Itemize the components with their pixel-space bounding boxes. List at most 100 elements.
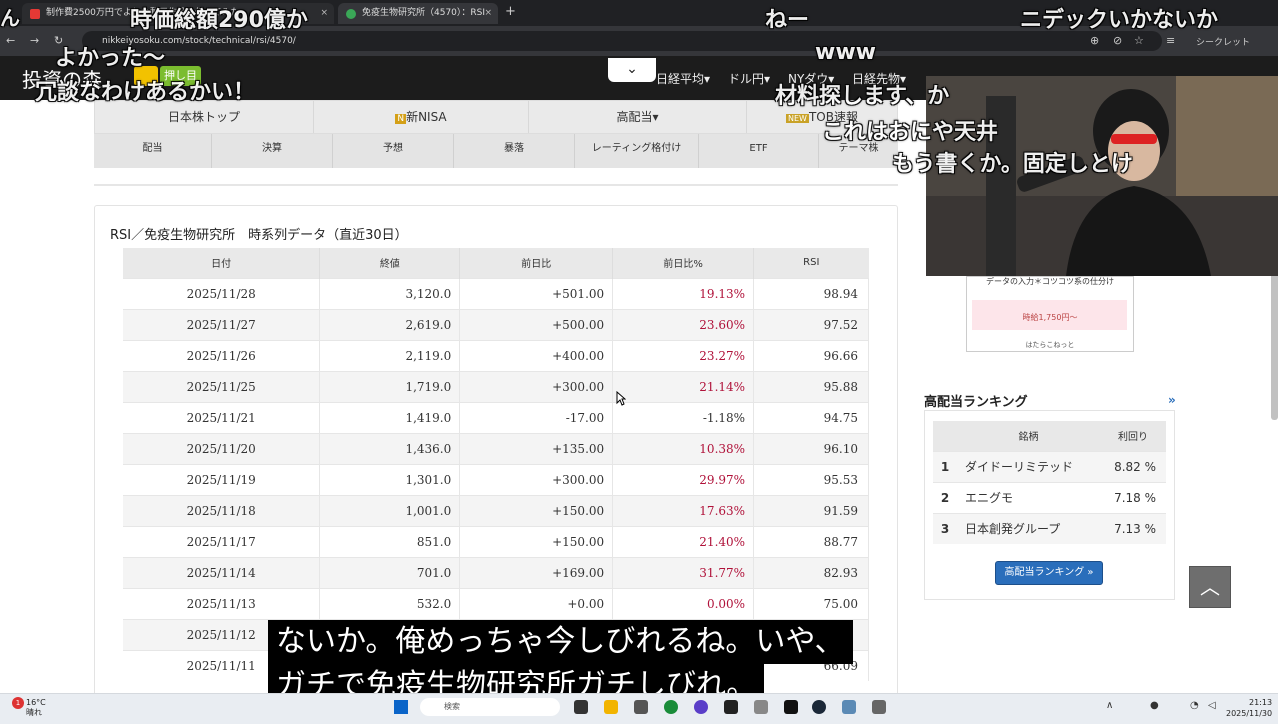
url-input[interactable]: nikkeiyosoku.com/stock/technical/rsi/457… bbox=[82, 31, 1162, 51]
section-divider bbox=[94, 168, 898, 186]
forward-icon[interactable]: → bbox=[30, 34, 39, 47]
nav-usdjpy[interactable]: ドル円▾ bbox=[728, 70, 770, 87]
windows-start-icon[interactable] bbox=[394, 700, 408, 714]
cell-rsi: 98.94 bbox=[753, 277, 869, 309]
notification-badge[interactable]: 1 bbox=[12, 697, 24, 709]
hide-icon[interactable]: ⊘ bbox=[1113, 34, 1122, 47]
ranking-button[interactable]: 高配当ランキング » bbox=[995, 561, 1103, 585]
col-change: 前日比 bbox=[459, 248, 614, 278]
cell-change-pct: 21.14% bbox=[612, 370, 755, 402]
discord-icon[interactable] bbox=[694, 700, 708, 714]
volume-icon[interactable]: ◁ bbox=[1208, 700, 1216, 711]
taskview-icon[interactable] bbox=[574, 700, 588, 714]
rank-yield: 7.13 % bbox=[1100, 512, 1166, 544]
close-icon[interactable]: × bbox=[320, 3, 328, 24]
submenu-crash[interactable]: 暴落 bbox=[454, 134, 575, 168]
tray-chevron-icon[interactable]: ∧ bbox=[1106, 700, 1113, 711]
table-row: 2025/11/14 701.0 +169.00 31.77% 82.93 bbox=[123, 556, 869, 588]
col-change-pct: 前日比% bbox=[612, 248, 755, 278]
chevron-up-icon: ︿ bbox=[1200, 575, 1220, 599]
table-row: 2025/11/28 3,120.0 +501.00 19.13% 98.94 bbox=[123, 277, 869, 309]
app-icon[interactable] bbox=[634, 700, 648, 714]
comment-6: 冗談なわけあるかい！ bbox=[35, 80, 256, 105]
comment-4: よかった〜 bbox=[55, 46, 166, 71]
cell-date: 2025/11/19 bbox=[123, 463, 321, 495]
weather-widget[interactable]: 16°C 晴れ bbox=[26, 698, 46, 718]
cell-change: -17.00 bbox=[459, 401, 614, 433]
weather-condition: 晴れ bbox=[26, 708, 42, 717]
cell-change-pct: 19.13% bbox=[612, 277, 755, 309]
comment-9: もう書くか。固定しとけ bbox=[892, 152, 1133, 177]
rank-col-name: 銘柄 bbox=[957, 421, 1100, 451]
youtube-icon bbox=[30, 9, 40, 19]
cell-close: 3,120.0 bbox=[319, 277, 461, 309]
cell-rsi: 96.10 bbox=[753, 432, 869, 464]
explorer-icon[interactable] bbox=[604, 700, 618, 714]
app-icon-3[interactable] bbox=[784, 700, 798, 714]
cell-date: 2025/11/17 bbox=[123, 525, 321, 557]
reading-list-icon[interactable]: ≡ bbox=[1166, 34, 1175, 47]
mic-icon[interactable]: ● bbox=[1150, 700, 1159, 711]
submenu-earnings[interactable]: 決算 bbox=[212, 134, 333, 168]
cell-rsi: 75.00 bbox=[753, 587, 869, 619]
cell-rsi: 95.53 bbox=[753, 463, 869, 495]
cell-change: +501.00 bbox=[459, 277, 614, 309]
cell-change: +150.00 bbox=[459, 525, 614, 557]
comment-5: www bbox=[815, 40, 876, 65]
comment-3: ニデックいかないか bbox=[1020, 8, 1219, 33]
nav-nikkei[interactable]: 日経平均▾ bbox=[656, 70, 710, 87]
cell-date: 2025/11/20 bbox=[123, 432, 321, 464]
menu-nisa[interactable]: N 新NISA bbox=[314, 101, 529, 133]
cell-change-pct: 21.40% bbox=[612, 525, 755, 557]
col-close: 終値 bbox=[319, 248, 461, 278]
cell-date: 2025/11/13 bbox=[123, 587, 321, 619]
comment-8: これはおにや天井 bbox=[822, 120, 999, 145]
taskbar-clock[interactable]: 21:13 2025/11/30 bbox=[1226, 697, 1272, 719]
cell-date: 2025/11/28 bbox=[123, 277, 321, 309]
cell-close: 1,301.0 bbox=[319, 463, 461, 495]
obs-icon[interactable] bbox=[724, 700, 738, 714]
ranking-more-link[interactable]: » bbox=[1168, 393, 1176, 407]
cell-change: +0.00 bbox=[459, 587, 614, 619]
table-row: 2025/11/27 2,619.0 +500.00 23.60% 97.52 bbox=[123, 308, 869, 340]
comment-1: 時価総額290億か bbox=[130, 8, 308, 33]
zoom-icon[interactable]: ⊕ bbox=[1090, 34, 1099, 47]
wifi-icon[interactable]: ◔ bbox=[1190, 700, 1199, 711]
settings-icon[interactable] bbox=[842, 700, 856, 714]
back-icon[interactable]: ← bbox=[6, 34, 15, 47]
submenu-dividend[interactable]: 配当 bbox=[94, 134, 212, 168]
taskbar-search[interactable]: 検索 bbox=[420, 698, 560, 716]
submenu-forecast[interactable]: 予想 bbox=[333, 134, 454, 168]
cell-close: 1,719.0 bbox=[319, 370, 461, 402]
tab-rsi[interactable]: 免疫生物研究所（4570）：RSI × bbox=[338, 3, 498, 24]
app-icon-4[interactable] bbox=[872, 700, 886, 714]
menu-high-dividend[interactable]: 高配当▾ bbox=[529, 101, 747, 133]
submenu-etf[interactable]: ETF bbox=[699, 134, 819, 168]
submenu-rating[interactable]: レーティング格付け bbox=[575, 134, 699, 168]
menu-nisa-label: 新NISA bbox=[406, 110, 447, 124]
app-icon-2[interactable] bbox=[754, 700, 768, 714]
cell-change-pct: 17.63% bbox=[612, 494, 755, 526]
ranking-row[interactable]: 1 ダイドーリミテッド 8.82 % bbox=[933, 450, 1166, 482]
cell-date: 2025/11/18 bbox=[123, 494, 321, 526]
col-date: 日付 bbox=[123, 248, 321, 278]
cell-close: 851.0 bbox=[319, 525, 461, 557]
incognito-label[interactable]: シークレット bbox=[1196, 35, 1250, 48]
close-icon[interactable]: × bbox=[484, 3, 492, 24]
ranking-row[interactable]: 2 エニグモ 7.18 % bbox=[933, 481, 1166, 513]
star-icon[interactable]: ☆ bbox=[1134, 34, 1144, 47]
cell-change: +150.00 bbox=[459, 494, 614, 526]
cell-close: 532.0 bbox=[319, 587, 461, 619]
back-to-top-button[interactable]: ︿ bbox=[1189, 566, 1231, 608]
rank-name: エニグモ bbox=[957, 481, 1100, 513]
cell-close: 701.0 bbox=[319, 556, 461, 588]
menu-toggle-button[interactable]: ⌄ bbox=[608, 58, 656, 82]
weather-temp: 16°C bbox=[26, 698, 46, 707]
comment-10: ん bbox=[0, 6, 20, 30]
rank-yield: 7.18 % bbox=[1100, 481, 1166, 513]
ranking-row[interactable]: 3 日本創発グループ 7.13 % bbox=[933, 512, 1166, 544]
cell-date: 2025/11/25 bbox=[123, 370, 321, 402]
new-tab-button[interactable]: + bbox=[505, 4, 516, 19]
steam-icon[interactable] bbox=[812, 700, 826, 714]
chrome-icon[interactable] bbox=[664, 700, 678, 714]
